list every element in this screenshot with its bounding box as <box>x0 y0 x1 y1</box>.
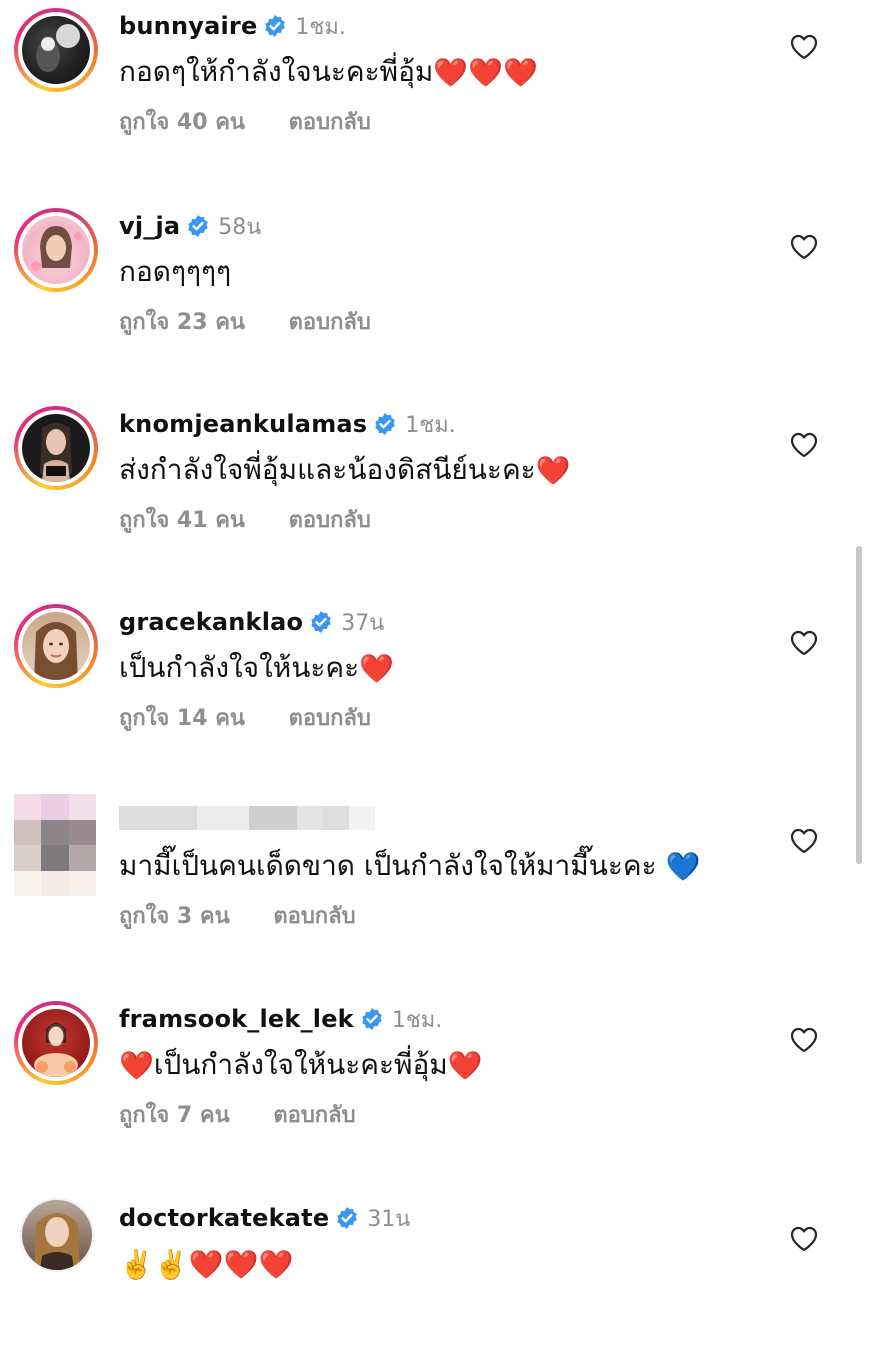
comment-meta: ถูกใจ 3 คน ตอบกลับ <box>119 898 356 930</box>
scrollbar[interactable] <box>856 546 862 864</box>
comment-item: vj_ja 58น กอดๆๆๆๆ ถูกใจ 23 คน ตอบกลับ <box>0 200 870 360</box>
like-heart-outline-icon[interactable] <box>790 1027 818 1053</box>
avatar-story-ring[interactable] <box>14 604 98 688</box>
comment-time: 1ชม. <box>391 1007 443 1033</box>
comment-text: กอดๆๆๆๆ <box>119 255 232 288</box>
avatar-story-ring[interactable] <box>14 1001 98 1085</box>
like-heart-outline-icon[interactable] <box>790 828 818 854</box>
avatar-story-ring[interactable] <box>14 208 98 292</box>
comment-text: ส่งกำลังใจพี่อุ้มและน้องดิสนีย์นะคะ❤️ <box>119 448 571 492</box>
comment-meta: ถูกใจ 7 คน ตอบกลับ <box>119 1097 356 1129</box>
reply-button[interactable]: ตอบกลับ <box>289 110 371 135</box>
comment-username[interactable]: framsook_lek_lek <box>119 1005 354 1033</box>
comment-username[interactable]: gracekanklao <box>119 608 303 636</box>
comment-time: 58น <box>218 214 262 240</box>
avatar[interactable] <box>22 414 90 482</box>
like-heart-outline-icon[interactable] <box>790 1226 818 1252</box>
likes-count[interactable]: ถูกใจ 7 คน <box>119 1103 230 1128</box>
avatar[interactable] <box>22 216 90 284</box>
comment-username[interactable]: knomjeankulamas <box>119 410 367 438</box>
likes-count[interactable]: ถูกใจ 3 คน <box>119 904 230 929</box>
likes-count[interactable]: ถูกใจ 23 คน <box>119 310 245 335</box>
reply-button[interactable]: ตอบกลับ <box>273 1103 355 1128</box>
comment-time: 37น <box>341 610 385 636</box>
comment-item: gracekanklao 37น เป็นกำลังใจให้นะคะ❤️ ถู… <box>0 596 870 756</box>
like-heart-outline-icon[interactable] <box>790 34 818 60</box>
comment-meta: ถูกใจ 40 คน ตอบกลับ <box>119 104 371 136</box>
victory-hand-and-heart-emoji: ✌️✌️❤️❤️❤️ <box>119 1248 294 1281</box>
verified-badge-icon <box>335 1206 359 1230</box>
comment-item: มามี๊เป็นคนเด็ดขาด เป็นกำลังใจให้มามี๊นะ… <box>0 794 870 954</box>
comment-meta: ถูกใจ 23 คน ตอบกลับ <box>119 304 371 336</box>
avatar[interactable] <box>22 1200 92 1270</box>
comment-item: bunnyaire 1ชม. กอดๆให้กำลังใจนะคะพี่อุ้ม… <box>0 0 870 160</box>
comment-text: เป็นกำลังใจให้นะคะ❤️ <box>119 646 394 690</box>
comment-time: 1ชม. <box>405 412 456 438</box>
heart-emoji: ❤️ <box>359 652 395 685</box>
avatar-story-ring[interactable] <box>14 8 98 92</box>
avatar-pixelated[interactable] <box>14 794 96 896</box>
comment-item: knomjeankulamas 1ชม. ส่งกำลังใจพี่อุ้มแล… <box>0 398 870 558</box>
verified-badge-icon <box>186 214 210 238</box>
comment-text: ✌️✌️❤️❤️❤️ <box>119 1242 293 1286</box>
comment-meta: ถูกใจ 14 คน ตอบกลับ <box>119 700 371 732</box>
comment-username[interactable]: bunnyaire <box>119 12 257 40</box>
comment-time: 1ชม. <box>295 14 346 40</box>
heart-emoji: ❤️❤️❤️ <box>433 56 538 89</box>
comment-meta: ถูกใจ 41 คน ตอบกลับ <box>119 502 371 534</box>
likes-count[interactable]: ถูกใจ 40 คน <box>119 110 245 135</box>
comment-item: framsook_lek_lek 1ชม. ❤️เป็นกำลังใจให้นะ… <box>0 993 870 1153</box>
like-heart-outline-icon[interactable] <box>790 630 818 656</box>
reply-button[interactable]: ตอบกลับ <box>289 508 371 533</box>
heart-emoji: ❤️ <box>535 454 571 487</box>
avatar[interactable] <box>22 1009 90 1077</box>
reply-button[interactable]: ตอบกลับ <box>289 310 371 335</box>
comment-text: มามี๊เป็นคนเด็ดขาด เป็นกำลังใจให้มามี๊นะ… <box>119 844 700 888</box>
comment-time: 31น <box>367 1206 411 1232</box>
like-heart-outline-icon[interactable] <box>790 234 818 260</box>
username-pixelated[interactable] <box>119 806 375 830</box>
blue-heart-emoji: 💙 <box>665 850 701 883</box>
reply-button[interactable]: ตอบกลับ <box>273 904 355 929</box>
verified-badge-icon <box>360 1007 384 1031</box>
verified-badge-icon <box>309 610 333 634</box>
heart-emoji: ❤️ <box>119 1049 154 1082</box>
like-heart-outline-icon[interactable] <box>790 432 818 458</box>
comment-username[interactable]: doctorkatekate <box>119 1204 329 1232</box>
avatar-story-ring[interactable] <box>14 406 98 490</box>
comment-text: กอดๆให้กำลังใจนะคะพี่อุ้ม❤️❤️❤️ <box>119 50 538 94</box>
comment-username[interactable]: vj_ja <box>119 212 180 240</box>
comment-text: ❤️เป็นกำลังใจให้นะคะพี่อุ้ม❤️ <box>119 1043 483 1087</box>
avatar[interactable] <box>22 16 90 84</box>
verified-badge-icon <box>373 412 397 436</box>
likes-count[interactable]: ถูกใจ 41 คน <box>119 508 245 533</box>
comment-item: doctorkatekate 31น ✌️✌️❤️❤️❤️ <box>0 1192 870 1352</box>
verified-badge-icon <box>263 14 287 38</box>
likes-count[interactable]: ถูกใจ 14 คน <box>119 706 245 731</box>
heart-emoji: ❤️ <box>447 1049 483 1082</box>
avatar-ring[interactable] <box>20 1198 94 1272</box>
avatar[interactable] <box>22 612 90 680</box>
reply-button[interactable]: ตอบกลับ <box>289 706 371 731</box>
